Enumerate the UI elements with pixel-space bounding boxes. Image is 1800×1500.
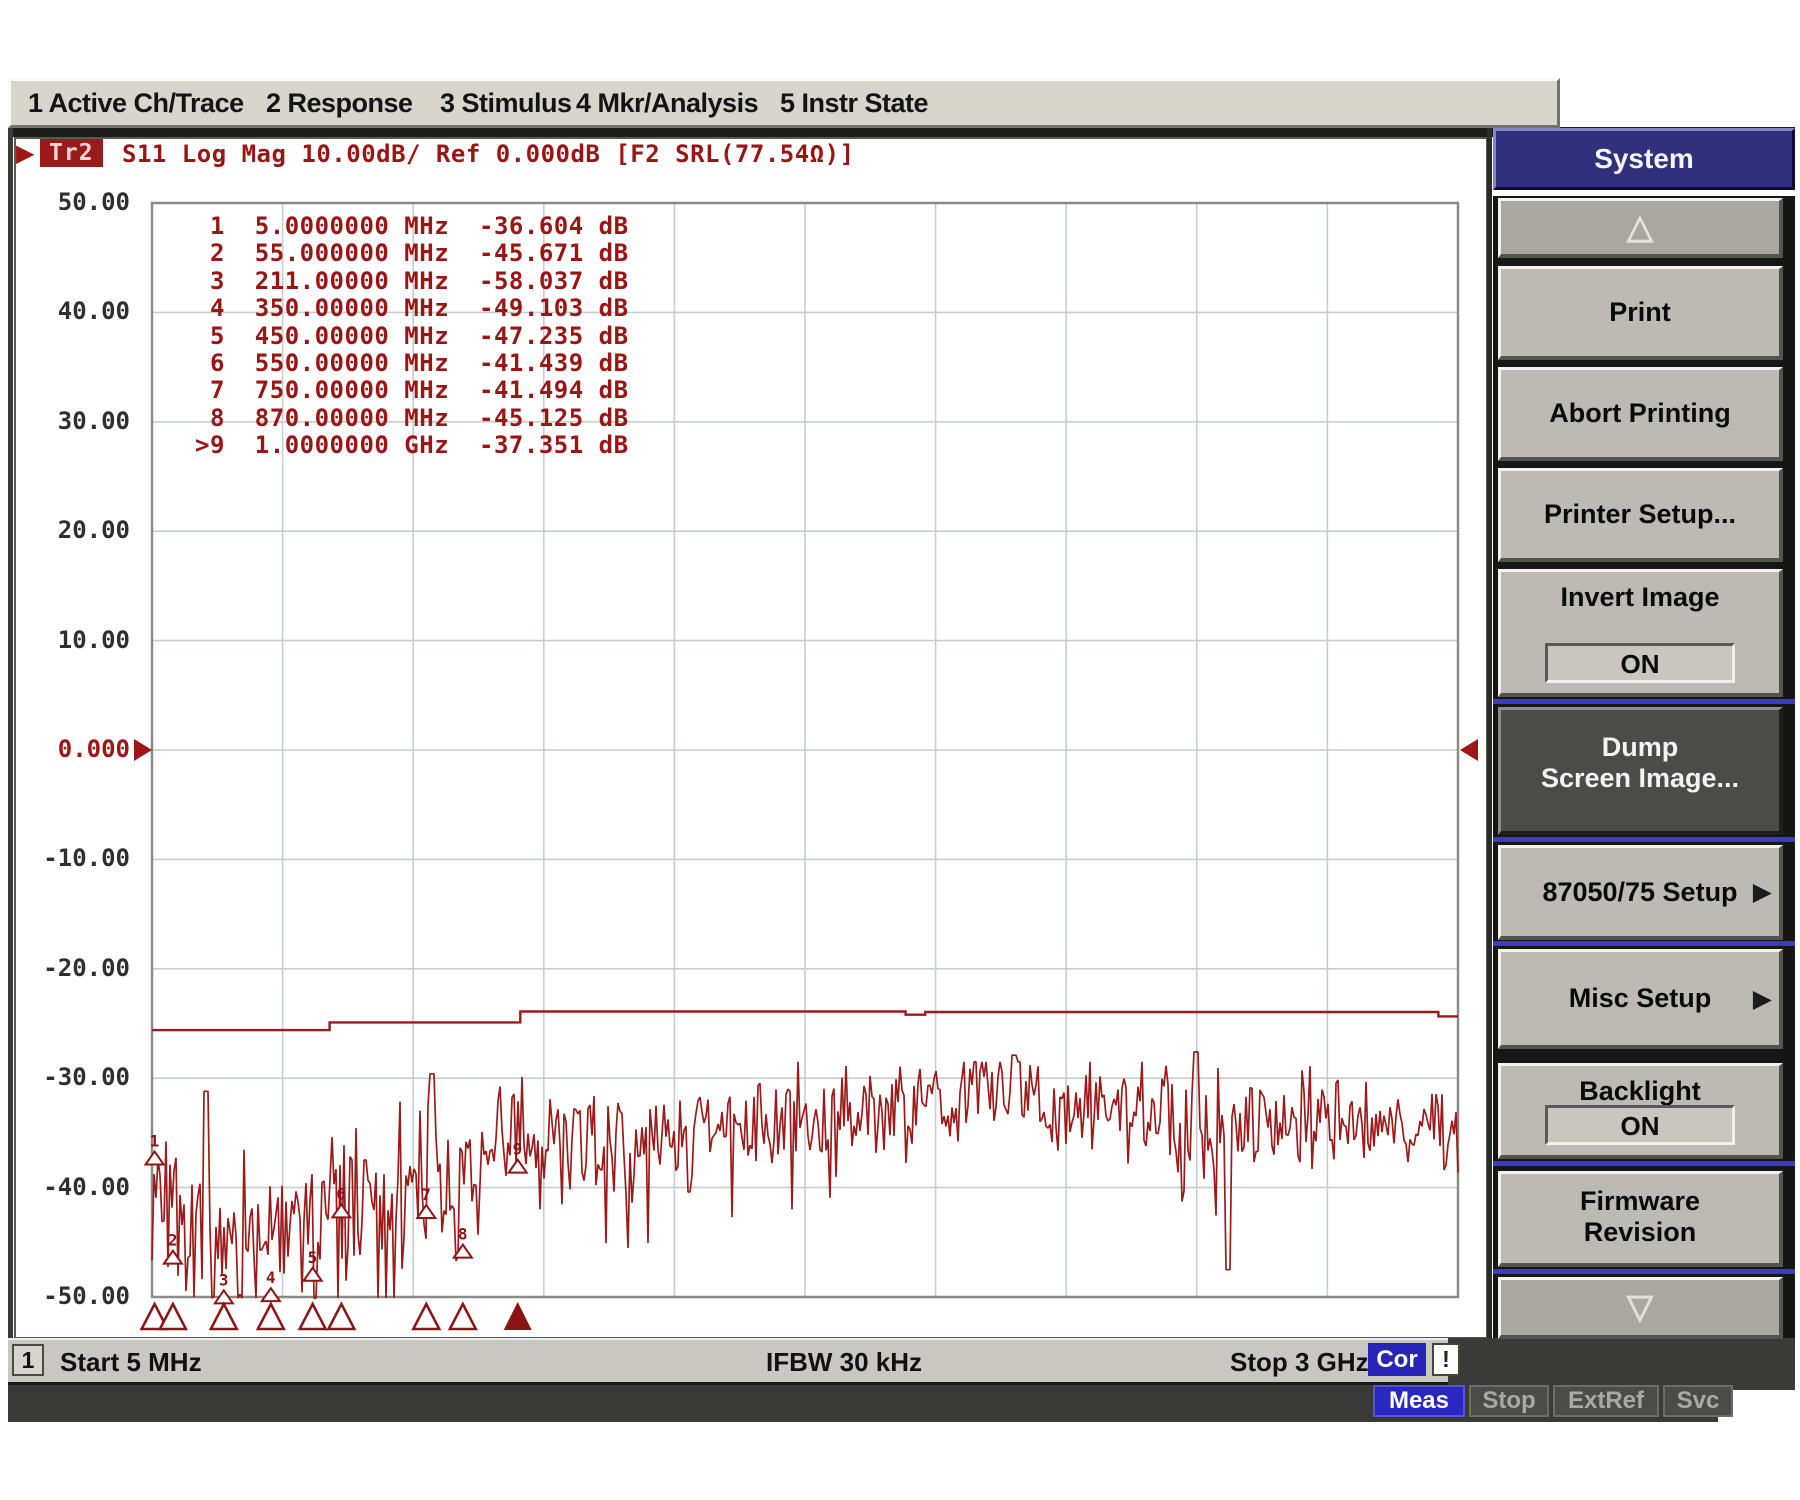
marker-row-3: 3 211.00000 MHz -58.037 dB	[195, 267, 629, 295]
marker-row-6: 6 550.00000 MHz -41.439 dB	[195, 349, 629, 377]
active-trace-arrow-icon: ▶	[16, 139, 34, 168]
top-menu-bar: 1 Active Ch/Trace 2 Response 3 Stimulus4 M…	[8, 78, 1560, 128]
softkey-backlight-value: ON	[1545, 1105, 1735, 1145]
softkey-dump-screen-image[interactable]: DumpScreen Image...	[1498, 707, 1783, 835]
softkey-87050-75-setup[interactable]: 87050/75 Setup▶	[1498, 845, 1783, 940]
panel-separator	[1487, 128, 1492, 1338]
softkey-scroll-down[interactable]: ▽	[1498, 1277, 1783, 1339]
marker-row-2: 2 55.000000 MHz -45.671 dB	[195, 239, 629, 267]
y-tick-0.000: 0.000	[20, 735, 130, 763]
correction-status-badge: Cor	[1368, 1343, 1426, 1376]
softkey-blue-separator	[1493, 941, 1795, 946]
softkey-label: Misc Setup	[1501, 952, 1779, 1045]
trace-header: ▶ Tr2 S11 Log Mag 10.00dB/ Ref 0.000dB […	[0, 139, 1480, 169]
marker-row-9: >9 1.0000000 GHz -37.351 dB	[195, 431, 629, 459]
softkey-label: Print	[1501, 269, 1779, 356]
softkey-blue-separator	[1493, 837, 1795, 842]
softkey-label-line2: Screen Image...	[1501, 763, 1779, 794]
softkey-label: Dump	[1501, 710, 1779, 763]
y-tick--10.00: -10.00	[20, 844, 130, 872]
softkey-blue-separator	[1493, 1161, 1795, 1166]
softkey-label: Printer Setup...	[1501, 471, 1779, 558]
status-indicator-svc: Svc	[1663, 1385, 1733, 1417]
softkey-label-line2: Revision	[1501, 1217, 1779, 1248]
status-indicator-meas: Meas	[1373, 1385, 1465, 1417]
ifbw-label: IFBW 30 kHz	[766, 1347, 922, 1378]
y-tick-10.00: 10.00	[20, 626, 130, 654]
y-tick-20.00: 20.00	[20, 516, 130, 544]
softkey-label: Invert Image	[1501, 572, 1779, 613]
softkey-menu-title: System	[1493, 128, 1795, 190]
submenu-arrow-icon: ▶	[1753, 985, 1771, 1012]
status-indicator-extref: ExtRef	[1553, 1385, 1659, 1417]
softkey-label: 87050/75 Setup	[1501, 848, 1779, 936]
softkey-misc-setup[interactable]: Misc Setup▶	[1498, 949, 1783, 1049]
softkey-blue-separator	[1493, 699, 1795, 704]
y-tick--30.00: -30.00	[20, 1063, 130, 1091]
y-tick-30.00: 30.00	[20, 407, 130, 435]
menu-item-instr-state[interactable]: 5 Instr State	[780, 88, 928, 119]
scroll-down-icon: ▽	[1501, 1280, 1779, 1335]
y-tick--20.00: -20.00	[20, 954, 130, 982]
y-tick-50.00: 50.00	[20, 188, 130, 216]
instrument-screen: 1 Active Ch/Trace 2 Response 3 Stimulus4 M…	[0, 0, 1800, 1500]
start-frequency-label: Start 5 MHz	[60, 1347, 202, 1378]
trace-label-badge: Tr2	[40, 139, 103, 167]
menu-item-mkr-analysis[interactable]: 4 Mkr/Analysis	[576, 88, 758, 119]
marker-row-5: 5 450.00000 MHz -47.235 dB	[195, 322, 629, 350]
softkey-scroll-up[interactable]: △	[1498, 198, 1783, 258]
channel-number-badge: 1	[12, 1344, 44, 1376]
screen-left-edge	[8, 127, 13, 1380]
menu-item-active-ch-trace[interactable]: 1 Active Ch/Trace	[28, 88, 244, 119]
softkey-label: Abort Printing	[1501, 370, 1779, 457]
marker-row-7: 7 750.00000 MHz -41.494 dB	[195, 376, 629, 404]
softkey-firmware-revision[interactable]: FirmwareRevision	[1498, 1171, 1783, 1267]
softkey-backlight[interactable]: BacklightON	[1498, 1063, 1783, 1159]
marker-row-1: 1 5.0000000 MHz -36.604 dB	[195, 212, 629, 240]
softkey-blue-separator	[1493, 1269, 1795, 1274]
menu-item-stimulus[interactable]: 3 Stimulus	[440, 88, 572, 119]
y-tick-40.00: 40.00	[20, 297, 130, 325]
system-status-strip: MeasStopExtRefSvc	[8, 1380, 1718, 1422]
submenu-arrow-icon: ▶	[1753, 879, 1771, 906]
marker-row-4: 4 350.00000 MHz -49.103 dB	[195, 294, 629, 322]
softkey-printer-setup[interactable]: Printer Setup...	[1498, 468, 1783, 562]
softkey-label: Firmware	[1501, 1174, 1779, 1217]
softkey-invert-image-value: ON	[1545, 643, 1735, 683]
stop-frequency-label: Stop 3 GHz	[1230, 1347, 1369, 1378]
menu-item-response[interactable]: 2 Response	[266, 88, 413, 119]
trace-description: S11 Log Mag 10.00dB/ Ref 0.000dB [F2 SRL…	[122, 140, 855, 168]
softkey-print[interactable]: Print	[1498, 266, 1783, 360]
softkey-invert-image[interactable]: Invert Image ON	[1498, 569, 1783, 697]
alert-badge: !	[1432, 1343, 1460, 1376]
status-indicator-stop: Stop	[1469, 1385, 1549, 1417]
y-tick--50.00: -50.00	[20, 1282, 130, 1310]
marker-row-8: 8 870.00000 MHz -45.125 dB	[195, 404, 629, 432]
softkey-abort-printing[interactable]: Abort Printing	[1498, 367, 1783, 461]
softkey-label: Backlight	[1501, 1066, 1779, 1107]
scroll-up-icon: △	[1501, 201, 1779, 254]
y-tick--40.00: -40.00	[20, 1173, 130, 1201]
status-bar: 1 Start 5 MHz IFBW 30 kHz Stop 3 GHz Cor…	[8, 1338, 1448, 1385]
